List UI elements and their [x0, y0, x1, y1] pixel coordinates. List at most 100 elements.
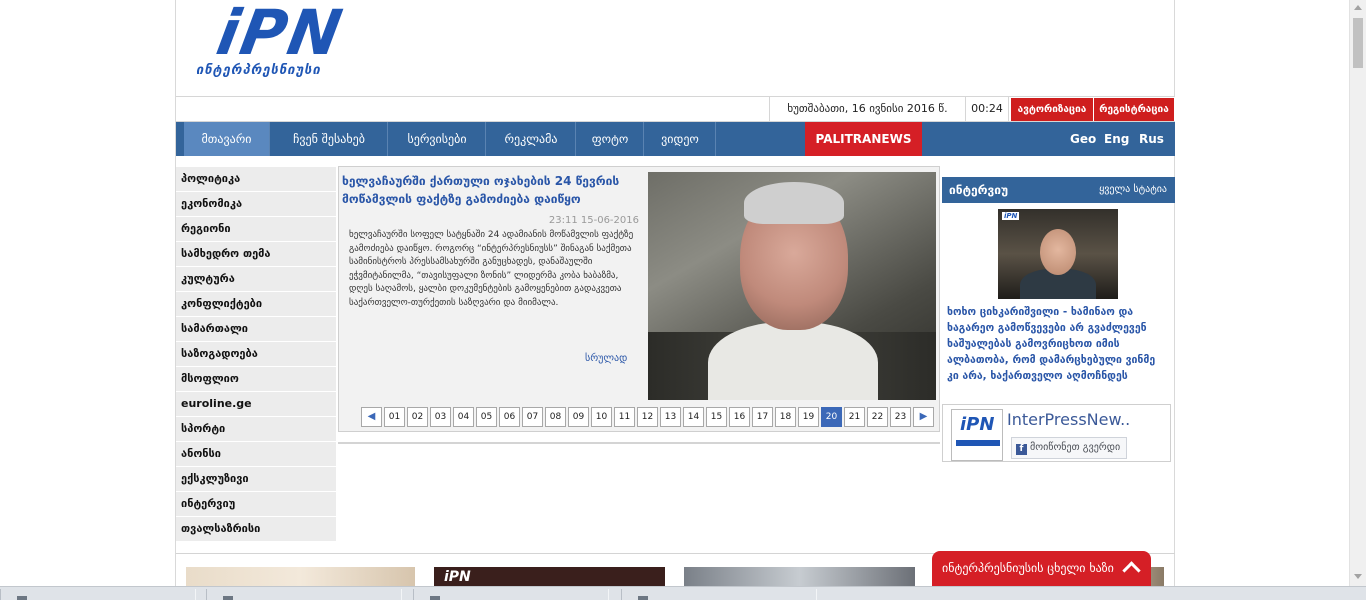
category-item[interactable]: ანონსი	[176, 442, 336, 466]
featured-timestamp: 23:11 15-06-2016	[548, 215, 639, 226]
pager-page-04[interactable]: 04	[453, 407, 474, 427]
lang-geo[interactable]: Geo	[1070, 122, 1096, 156]
category-item[interactable]: სამხედრო თემა	[176, 242, 336, 266]
photo-face	[1040, 229, 1076, 275]
category-item[interactable]: სამართალი	[176, 317, 336, 341]
window-icon	[430, 596, 440, 600]
pager-page-01[interactable]: 01	[384, 407, 405, 427]
scroll-down-arrow-icon[interactable]	[1354, 574, 1362, 579]
scroll-up-arrow-icon[interactable]	[1354, 5, 1362, 10]
interview-header: ინტერვიუ ყველა სტატია	[942, 177, 1175, 203]
site-logo[interactable]: iPN ინტერპრესნიუსი	[194, 0, 354, 85]
featured-title[interactable]: ხელვაჩაურში ქართული ოჯახების 24 წევრის მ…	[342, 172, 648, 208]
pager-page-02[interactable]: 02	[407, 407, 428, 427]
category-item[interactable]: ექსკლუზივი	[176, 467, 336, 491]
interview-title[interactable]: ხოხო ციხკარიშვილი - ხამინაო და ხაგარეო გ…	[947, 304, 1169, 384]
category-item[interactable]: კონფლიქტები	[176, 292, 336, 316]
logo-mark: iPN	[211, 0, 350, 69]
pager-page-18[interactable]: 18	[775, 407, 796, 427]
window-icon	[223, 596, 233, 600]
thumb-logo-mark: iPN	[444, 569, 471, 585]
category-item[interactable]: საზოგადოება	[176, 342, 336, 366]
pager-page-15[interactable]: 15	[706, 407, 727, 427]
facebook-page-logo[interactable]: iPN	[951, 409, 1003, 461]
facebook-icon: f	[1016, 444, 1027, 455]
nav-item-photo[interactable]: ფოტო	[577, 122, 644, 156]
site-container: iPN ინტერპრესნიუსი ხუთშაბათი, 16 ივნისი …	[175, 0, 1175, 600]
facebook-widget: iPN InterPressNew.. f მოიწონეთ გვერდი	[942, 404, 1171, 462]
pager-page-03[interactable]: 03	[430, 407, 451, 427]
category-item[interactable]: კულტურა	[176, 267, 336, 291]
category-item[interactable]: მსოფლიო	[176, 367, 336, 391]
pager-page-09[interactable]: 09	[568, 407, 589, 427]
category-item[interactable]: პოლიტიკა	[176, 167, 336, 191]
register-button[interactable]: რეგისტრაცია	[1094, 98, 1174, 121]
facebook-like-button[interactable]: f მოიწონეთ გვერდი	[1011, 437, 1128, 459]
read-more-link[interactable]: სრულად	[585, 353, 627, 364]
featured-summary: ხელვაჩაურში სოფელ სატყნაში 24 ადამიანის …	[349, 230, 634, 308]
pager-page-13[interactable]: 13	[660, 407, 681, 427]
featured-photo[interactable]	[648, 172, 936, 400]
pager-page-10[interactable]: 10	[591, 407, 612, 427]
pager-page-06[interactable]: 06	[499, 407, 520, 427]
category-list: პოლიტიკა ეკონომიკა რეგიონი სამხედრო თემა…	[176, 167, 336, 542]
all-articles-link[interactable]: ყველა სტატია	[1099, 177, 1167, 203]
interview-photo[interactable]: iPN	[998, 209, 1118, 299]
pager-next-button[interactable]: ▶	[913, 407, 934, 427]
scroll-thumb[interactable]	[1353, 18, 1363, 68]
main-nav: მთავარი ჩვენ შესახებ სერვისები რეკლამა ფ…	[176, 122, 1175, 156]
facebook-page-name[interactable]: InterPressNew..	[1007, 410, 1130, 429]
photo-logo-tag: iPN	[1002, 212, 1020, 220]
current-date: ხუთშაბათი, 16 ივნისი 2016 წ.	[769, 97, 965, 121]
pager-page-17[interactable]: 17	[752, 407, 773, 427]
lang-eng[interactable]: Eng	[1104, 122, 1129, 156]
nav-item-video[interactable]: ვიდეო	[645, 122, 716, 156]
nav-item-home[interactable]: მთავარი	[184, 122, 270, 156]
pager-page-19[interactable]: 19	[798, 407, 819, 427]
pager-page-16[interactable]: 16	[729, 407, 750, 427]
taskbar-item[interactable]	[621, 589, 817, 600]
window-icon	[17, 596, 27, 600]
nav-item-services[interactable]: სერვისები	[389, 122, 486, 156]
category-item[interactable]: ინტერვიუ	[176, 492, 336, 516]
category-item[interactable]: ეკონომიკა	[176, 192, 336, 216]
category-item[interactable]: euroline.ge	[176, 392, 336, 416]
taskbar-item[interactable]	[206, 589, 402, 600]
pager-page-12[interactable]: 12	[637, 407, 658, 427]
pager-page-14[interactable]: 14	[683, 407, 704, 427]
fb-logo-mark: iPN	[960, 414, 995, 435]
palitranews-link[interactable]: PALITRANEWS	[805, 122, 922, 156]
pager-page-23[interactable]: 23	[890, 407, 911, 427]
pager-page-07[interactable]: 07	[522, 407, 543, 427]
chevron-up-icon	[1122, 561, 1141, 580]
divider	[338, 442, 940, 444]
os-taskbar	[0, 586, 1366, 600]
pager-page-22[interactable]: 22	[867, 407, 888, 427]
fb-logo-bar	[956, 440, 1000, 446]
pager-page-11[interactable]: 11	[614, 407, 635, 427]
taskbar-item[interactable]	[413, 589, 609, 600]
login-button[interactable]: ავტორიზაცია	[1011, 98, 1093, 121]
category-item[interactable]: თვალსაზრისი	[176, 517, 336, 541]
category-item[interactable]: რეგიონი	[176, 217, 336, 241]
photo-hair	[744, 182, 844, 224]
taskbar-item[interactable]	[0, 589, 196, 600]
page-scrollbar[interactable]	[1349, 0, 1366, 586]
interview-heading: ინტერვიუ	[949, 183, 1009, 197]
lang-rus[interactable]: Rus	[1139, 122, 1164, 156]
hotline-label: ინტერპრესნიუსის ცხელი ხაზი	[942, 561, 1114, 575]
pager-page-05[interactable]: 05	[476, 407, 497, 427]
pager-page-21[interactable]: 21	[844, 407, 865, 427]
nav-item-about[interactable]: ჩვენ შესახებ	[271, 122, 388, 156]
pager-page-08[interactable]: 08	[545, 407, 566, 427]
top-info-bar: ხუთშაბათი, 16 ივნისი 2016 წ. 00:24 ავტორ…	[176, 96, 1175, 122]
category-item[interactable]: სპორტი	[176, 417, 336, 441]
featured-story: ხელვაჩაურში ქართული ოჯახების 24 წევრის მ…	[338, 166, 940, 432]
hotline-button[interactable]: ინტერპრესნიუსის ცხელი ხაზი	[932, 551, 1151, 587]
pager-page-20[interactable]: 20	[821, 407, 842, 427]
pager-prev-button[interactable]: ◀	[361, 407, 382, 427]
page: iPN ინტერპრესნიუსი ხუთშაბათი, 16 ივნისი …	[0, 0, 1366, 600]
nav-item-advertising[interactable]: რეკლამა	[487, 122, 576, 156]
current-time: 00:24	[965, 97, 1009, 121]
window-icon	[638, 596, 648, 600]
